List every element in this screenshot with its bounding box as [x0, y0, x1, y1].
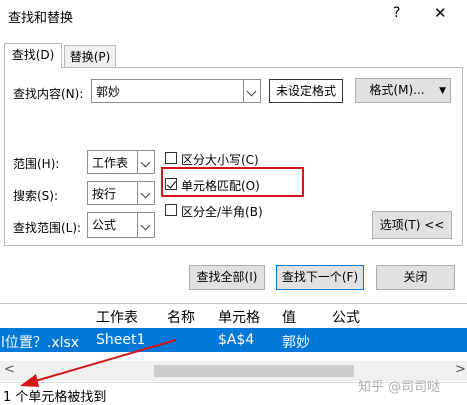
tab-find[interactable]: 查找(D)	[4, 43, 62, 68]
annotation-arrow-icon	[20, 339, 177, 387]
